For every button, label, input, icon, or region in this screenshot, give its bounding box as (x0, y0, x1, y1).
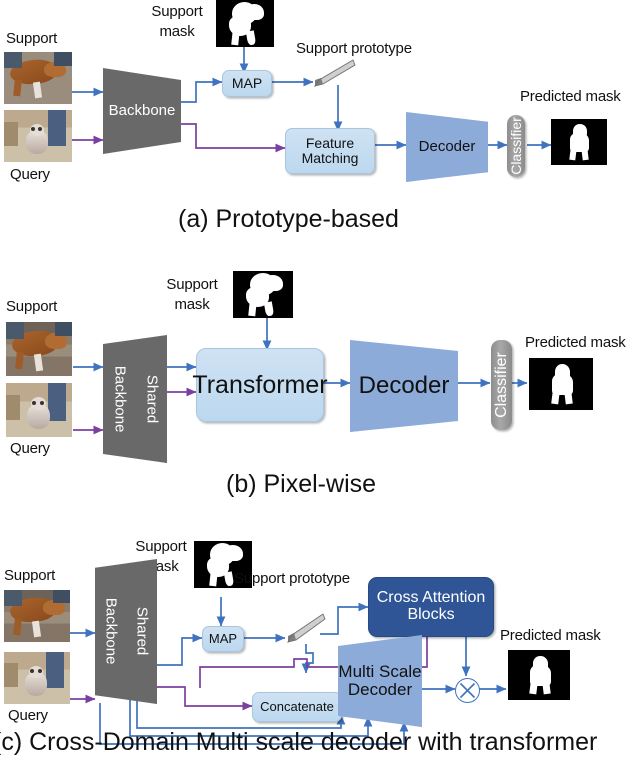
panel-a-decoder-label: Decoder (418, 137, 476, 155)
panel-b-transformer-label: Transformer (192, 370, 328, 399)
panel-a-feature-matching-block[interactable]: Feature Matching (285, 128, 375, 174)
panel-c-query-image (4, 652, 70, 704)
panel-b-transformer-block[interactable]: Transformer (192, 348, 328, 422)
panel-c-predicted-mask-image (508, 650, 570, 700)
panel-c-predicted-mask-label: Predicted mask (500, 627, 601, 644)
panel-c-support-label: Support (4, 567, 56, 584)
panel-b-query-label: Query (10, 440, 50, 457)
panel-b-classifier-label: Classifier (492, 352, 510, 418)
panel-a-map-label: MAP (231, 75, 263, 92)
panel-a-caption: (a) Prototype-based (178, 205, 399, 233)
panel-c-map-block[interactable]: MAP (202, 626, 244, 652)
panel-c-support-image (4, 590, 70, 642)
panel-c-caption: (c) Cross-Domain Multi scale decoder wit… (0, 728, 598, 756)
panel-c-multiply-operator (455, 678, 480, 703)
panel-a-classifier-block[interactable]: Classifier (507, 115, 525, 177)
panel-b-support-mask-label-line2: mask (174, 296, 210, 313)
panel-a-feature-matching-label-line1: Feature (305, 135, 355, 152)
panel-c-concatenate-label: Concatenate (260, 699, 334, 715)
panel-c-cross-attention-label-line2: Blocks (407, 606, 455, 623)
panel-c-multi-scale-label-line1: Multi Scale (338, 661, 422, 681)
figure-architecture-comparison: Support Query Support mask Backbone MAP … (0, 0, 640, 758)
panel-a-support-mask-label-line1: Support (151, 3, 203, 20)
panel-c-support-mask-label-line1: Support (135, 538, 187, 555)
panel-a-support-label: Support (6, 30, 58, 47)
panel-a-backbone-label: Backbone (108, 101, 176, 119)
panel-b-support-image (6, 322, 72, 376)
panel-b-query-image (6, 383, 72, 437)
panel-c-support-prototype-label: Support prototype (234, 570, 350, 587)
panel-c-backbone-label: Backbone (102, 598, 120, 665)
panel-b-support-label: Support (6, 298, 58, 315)
panel-a-support-mask-image (216, 0, 274, 47)
panel-a-map-block[interactable]: MAP (222, 70, 272, 97)
panel-a-backbone-block[interactable]: Backbone (103, 68, 181, 154)
panel-c-map-label: MAP (208, 631, 238, 647)
panel-b-support-mask-label-line1: Support (166, 276, 218, 293)
panel-c-support-prototype-icon (285, 612, 327, 644)
panel-c-concatenate-block[interactable]: Concatenate (252, 692, 342, 722)
panel-a-predicted-mask-label: Predicted mask (520, 88, 621, 105)
panel-c-shared-label: Shared (133, 607, 151, 656)
panel-b-predicted-mask-image (529, 358, 593, 410)
panel-b-decoder-label: Decoder (358, 372, 450, 400)
panel-a-query-image (4, 110, 72, 162)
panel-b-shared-backbone-block[interactable]: Backbone Shared (103, 335, 167, 463)
panel-b-decoder-block[interactable]: Decoder (350, 340, 458, 432)
panel-a-feature-matching-label-line2: Matching (301, 150, 359, 166)
panel-b-predicted-mask-label: Predicted mask (525, 334, 626, 351)
panel-b-support-mask-image (233, 271, 293, 318)
panel-a-classifier-label: Classifier (508, 117, 524, 175)
panel-a-support-mask-label-line2: mask (159, 23, 195, 40)
panel-c-cross-attention-block[interactable]: Cross Attention Blocks (368, 577, 494, 637)
panel-a-support-image (4, 52, 72, 104)
panel-a-support-prototype-icon (311, 58, 357, 88)
panel-a-support-prototype-label: Support prototype (296, 40, 412, 57)
panel-b-backbone-label: Backbone (111, 365, 129, 433)
panel-b-caption: (b) Pixel-wise (226, 470, 377, 498)
panel-c-multi-scale-label-line2: Decoder (347, 680, 413, 699)
panel-b-classifier-block[interactable]: Classifier (491, 340, 512, 430)
panel-b-shared-label: Shared (143, 374, 161, 424)
panel-c-cross-attention-label-line1: Cross Attention (376, 589, 486, 607)
panel-c-query-label: Query (8, 707, 48, 724)
panel-c-multi-scale-decoder-block[interactable]: Multi Scale Decoder (338, 635, 422, 727)
panel-a-predicted-mask-image (551, 119, 607, 165)
panel-a-decoder-block[interactable]: Decoder (406, 112, 488, 182)
panel-a-query-label: Query (10, 166, 50, 183)
panel-c-shared-backbone-block[interactable]: Backbone Shared (95, 559, 157, 704)
